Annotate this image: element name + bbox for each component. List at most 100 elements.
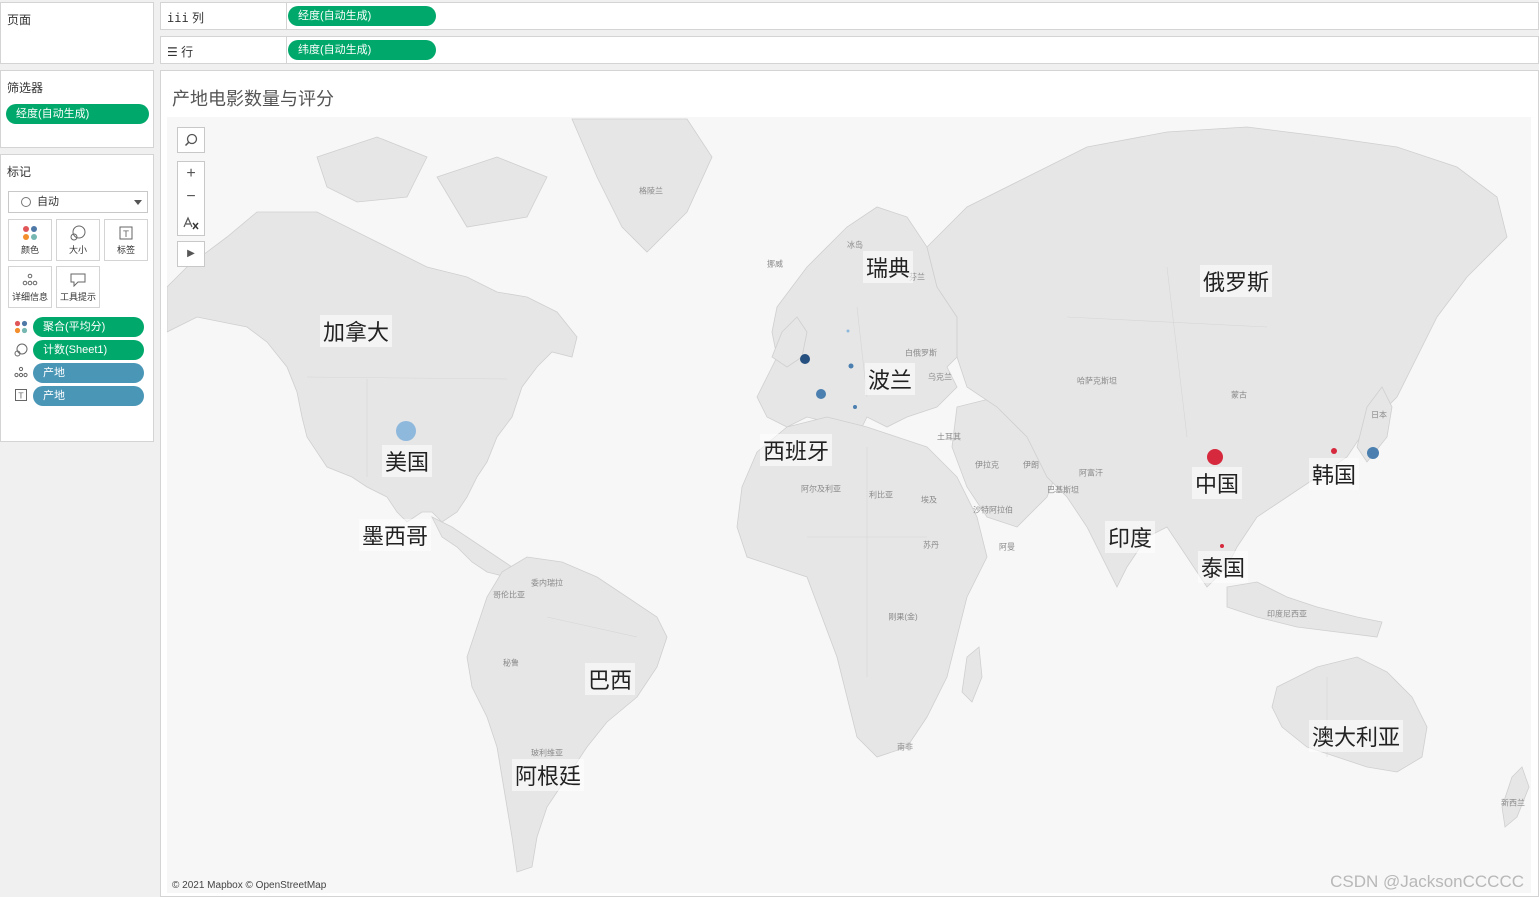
rows-label-text: 行 bbox=[181, 45, 194, 59]
minor-label: 阿富汗 bbox=[1079, 468, 1103, 478]
minor-label: 刚果(金) bbox=[888, 612, 918, 622]
minor-label: 格陵兰 bbox=[639, 186, 663, 196]
detail-button[interactable]: 详细信息 bbox=[8, 266, 52, 308]
marks-field-color[interactable]: 聚合(平均分) bbox=[1, 317, 155, 337]
mark-type-dropdown[interactable]: 自动 bbox=[8, 191, 148, 213]
country-label-poland: 波兰 bbox=[864, 363, 916, 395]
country-label-usa: 美国 bbox=[381, 445, 433, 477]
color-button[interactable]: 颜色 bbox=[8, 219, 52, 261]
minor-label: 南非 bbox=[897, 742, 913, 752]
country-label-spain: 西班牙 bbox=[759, 434, 833, 466]
mark-china[interactable] bbox=[1207, 449, 1223, 465]
minor-label: 冰岛 bbox=[847, 240, 863, 250]
country-label-sweden: 瑞典 bbox=[862, 251, 914, 283]
watermark: CSDN @JacksonCCCCC bbox=[1330, 872, 1524, 891]
search-icon[interactable] bbox=[177, 127, 205, 153]
mark-denmark[interactable] bbox=[846, 329, 850, 333]
country-label-brazil: 巴西 bbox=[584, 663, 636, 695]
label-button-label: 标签 bbox=[116, 245, 135, 255]
reset-icon[interactable] bbox=[177, 211, 205, 236]
mark-germany[interactable] bbox=[848, 363, 854, 369]
detail-icon bbox=[13, 366, 29, 380]
country-label-russia: 俄罗斯 bbox=[1199, 265, 1273, 297]
zoom-in-icon[interactable]: + bbox=[177, 161, 205, 186]
color-icon bbox=[13, 320, 29, 334]
expand-icon[interactable]: ▶ bbox=[177, 241, 205, 267]
pages-title: 页面 bbox=[7, 13, 32, 27]
minor-label: 委内瑞拉 bbox=[531, 578, 563, 588]
sheet-title: 产地电影数量与评分 bbox=[172, 89, 334, 110]
label-button[interactable]: T 标签 bbox=[104, 219, 148, 261]
mark-korea[interactable] bbox=[1331, 448, 1337, 454]
field-pill-origin-label[interactable]: 产地 bbox=[33, 386, 144, 406]
circle-icon bbox=[21, 197, 31, 207]
rows-icon: ☰ bbox=[167, 45, 178, 59]
color-button-label: 颜色 bbox=[20, 245, 39, 255]
rows-pill-latitude[interactable]: 纬度(自动生成) bbox=[288, 40, 436, 60]
minor-label: 玻利维亚 bbox=[531, 748, 563, 758]
minor-label: 伊拉克 bbox=[975, 460, 999, 470]
marks-field-size[interactable]: 计数(Sheet1) bbox=[1, 340, 155, 360]
label-icon: T bbox=[105, 220, 147, 244]
columns-icon: iii bbox=[167, 11, 189, 25]
marks-title: 标记 bbox=[7, 165, 32, 179]
tooltip-icon bbox=[57, 267, 99, 291]
country-label-mexico: 墨西哥 bbox=[358, 519, 432, 551]
marks-field-detail[interactable]: 产地 bbox=[1, 363, 155, 383]
size-button-label: 大小 bbox=[68, 245, 87, 255]
mark-italy[interactable] bbox=[853, 405, 857, 409]
country-label-thailand: 泰国 bbox=[1197, 551, 1249, 583]
size-button[interactable]: 大小 bbox=[56, 219, 100, 261]
map-attribution[interactable]: © 2021 Mapbox © OpenStreetMap bbox=[172, 880, 326, 891]
detail-button-label: 详细信息 bbox=[11, 292, 48, 302]
map-land bbox=[167, 118, 1530, 873]
mark-type-label: 自动 bbox=[37, 196, 59, 208]
filter-pill-longitude[interactable]: 经度(自动生成) bbox=[6, 104, 149, 124]
minor-label: 阿曼 bbox=[999, 542, 1015, 552]
country-label-india: 印度 bbox=[1104, 521, 1156, 553]
country-label-canada: 加拿大 bbox=[319, 315, 393, 347]
mark-uk[interactable] bbox=[800, 354, 810, 364]
color-icon bbox=[9, 220, 51, 244]
filters-panel: 筛选器 经度(自动生成) bbox=[0, 70, 154, 148]
columns-pill-longitude[interactable]: 经度(自动生成) bbox=[288, 6, 436, 26]
rows-shelf-label: ☰ 行 bbox=[167, 43, 193, 60]
size-icon bbox=[13, 343, 29, 357]
worksheet: 产地电影数量与评分 格陵兰 挪威 冰岛 芬兰 白俄罗斯 乌克兰 哈萨克斯坦 蒙古… bbox=[160, 70, 1539, 897]
minor-label: 白俄罗斯 bbox=[905, 348, 937, 358]
minor-label: 哈萨克斯坦 bbox=[1077, 376, 1117, 386]
mark-usa[interactable] bbox=[396, 421, 416, 441]
filters-title: 筛选器 bbox=[7, 81, 44, 95]
rows-shelf[interactable]: ☰ 行 纬度(自动生成) bbox=[160, 36, 1539, 64]
svg-text:T: T bbox=[18, 392, 24, 401]
minor-label: 沙特阿拉伯 bbox=[973, 505, 1013, 515]
field-pill-count[interactable]: 计数(Sheet1) bbox=[33, 340, 144, 360]
mark-japan[interactable] bbox=[1367, 447, 1379, 459]
minor-label: 巴基斯坦 bbox=[1047, 485, 1079, 495]
minor-label: 埃及 bbox=[921, 495, 937, 505]
shelf-divider bbox=[286, 3, 287, 29]
label-icon: T bbox=[13, 389, 29, 403]
minor-label: 蒙古 bbox=[1231, 390, 1247, 400]
zoom-out-icon[interactable]: − bbox=[177, 186, 205, 211]
columns-label-text: 列 bbox=[192, 11, 205, 25]
minor-label: 阿尔及利亚 bbox=[801, 484, 841, 494]
size-icon bbox=[57, 220, 99, 244]
minor-label: 苏丹 bbox=[923, 540, 939, 550]
minor-label: 印度尼西亚 bbox=[1267, 609, 1307, 619]
pages-panel: 页面 bbox=[0, 2, 154, 64]
mark-thailand[interactable] bbox=[1220, 544, 1224, 548]
field-pill-avg-score[interactable]: 聚合(平均分) bbox=[33, 317, 144, 337]
columns-shelf[interactable]: iii 列 经度(自动生成) bbox=[160, 2, 1539, 30]
marks-field-label[interactable]: T 产地 bbox=[1, 386, 155, 406]
minor-label: 哥伦比亚 bbox=[493, 590, 525, 600]
minor-label: 日本 bbox=[1371, 410, 1387, 420]
field-pill-origin-detail[interactable]: 产地 bbox=[33, 363, 144, 383]
world-map[interactable]: 格陵兰 挪威 冰岛 芬兰 白俄罗斯 乌克兰 哈萨克斯坦 蒙古 土耳其 伊拉克 伊… bbox=[167, 117, 1531, 893]
minor-label: 利比亚 bbox=[869, 490, 893, 500]
tooltip-button-label: 工具提示 bbox=[59, 292, 96, 302]
minor-label: 秘鲁 bbox=[503, 658, 519, 668]
shelf-divider bbox=[286, 37, 287, 63]
tooltip-button[interactable]: 工具提示 bbox=[56, 266, 100, 308]
mark-france[interactable] bbox=[816, 389, 826, 399]
